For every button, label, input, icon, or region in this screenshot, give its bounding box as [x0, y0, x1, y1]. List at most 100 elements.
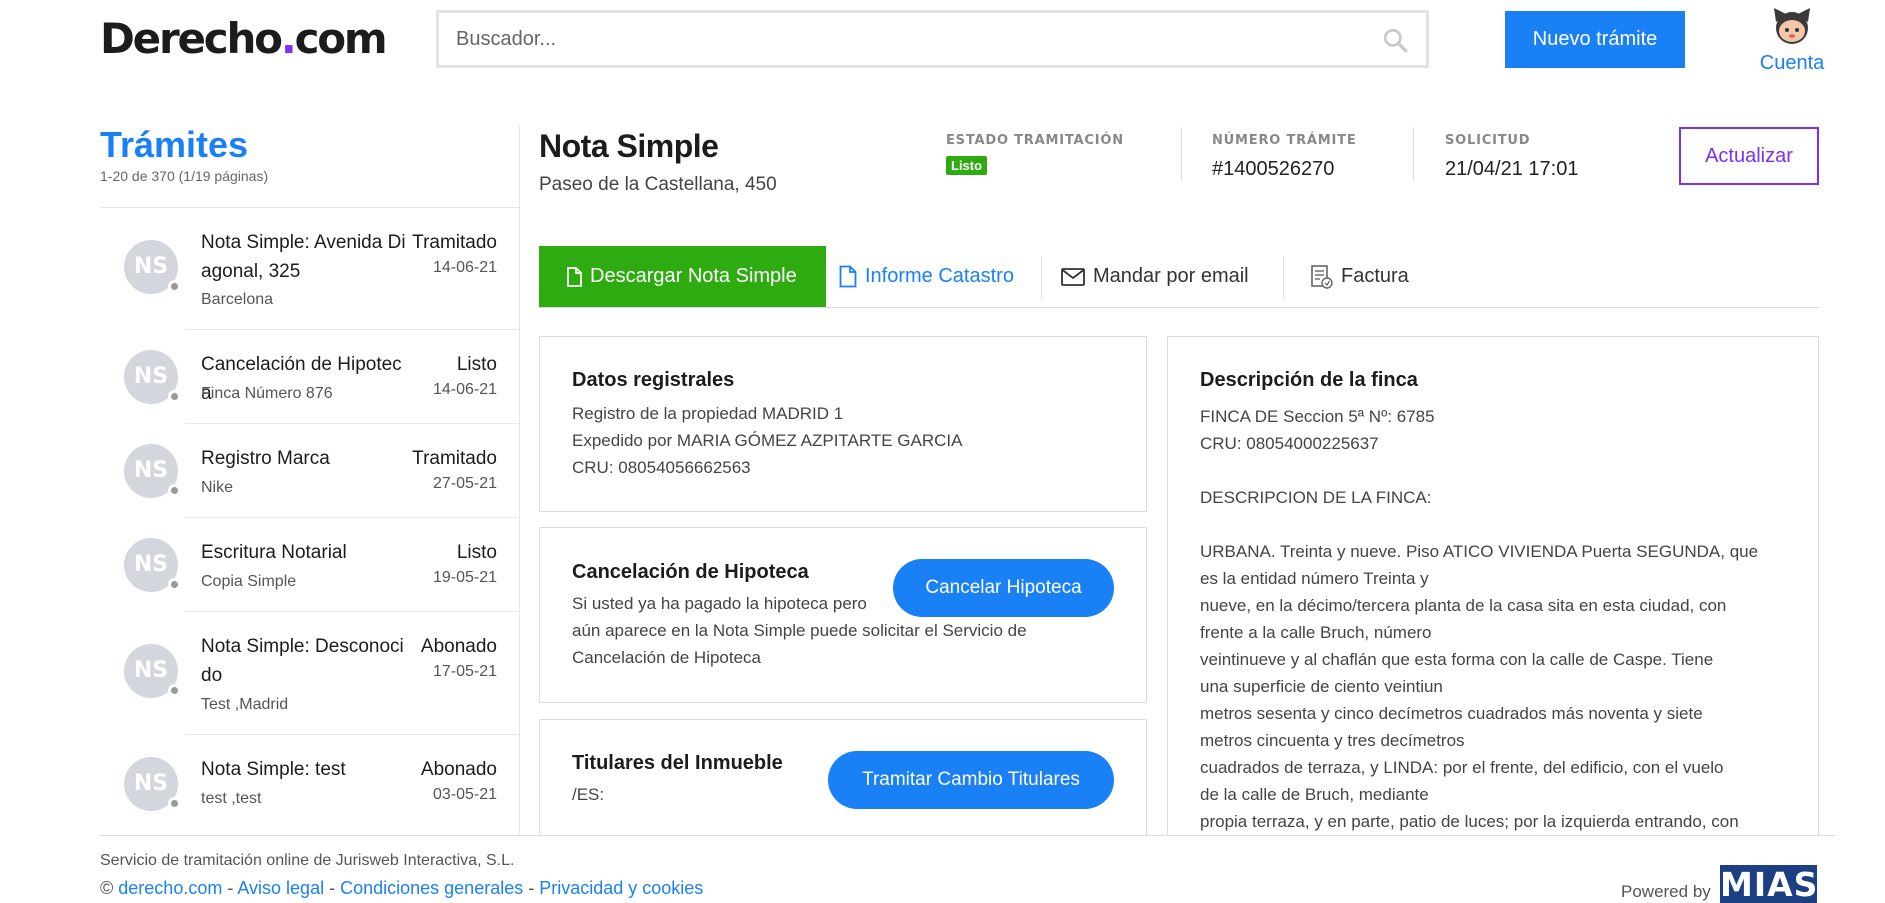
descripcion-line: es la entidad número Treinta y	[1200, 569, 1429, 588]
tab-catastro-label: Informe Catastro	[865, 265, 1014, 287]
list-item[interactable]: NS Registro Marca Nike Tramitado 27-05-2…	[100, 424, 519, 518]
item-subtitle: Test ,Madrid	[201, 696, 289, 713]
descripcion-line: cuadrados de terraza, y LINDA: por el fr…	[1200, 758, 1724, 777]
status-dot-icon	[168, 280, 181, 293]
avatar: NS	[124, 644, 181, 698]
logo[interactable]: Derecho.com	[100, 14, 388, 63]
avatar: NS	[124, 240, 181, 294]
descripcion-line: metros sesenta y cinco decímetros cuadra…	[1200, 704, 1703, 723]
tab-download[interactable]: Descargar Nota Simple	[539, 246, 826, 307]
change-owners-button[interactable]: Tramitar Cambio Titulares	[828, 751, 1114, 809]
descripcion-line: veintinueve y al chaflán que esta forma …	[1200, 650, 1714, 669]
hipoteca-title: Cancelación de Hipoteca	[572, 561, 809, 583]
descripcion-line	[1200, 511, 1768, 538]
list-item[interactable]: NS Nota Simple: Avenida Diagonal, 325 Ba…	[100, 208, 519, 330]
link-privacy[interactable]: Privacidad y cookies	[539, 878, 703, 898]
item-title: Escritura Notarial	[201, 542, 347, 563]
update-button[interactable]: Actualizar	[1679, 127, 1819, 185]
status-badge: Listo	[946, 156, 988, 175]
item-date: 14-06-21	[432, 381, 497, 398]
envelope-icon	[1061, 267, 1085, 286]
tab-email-label: Mandar por email	[1093, 265, 1249, 287]
descripcion-line: nueve, en la décimo/tercera planta de la…	[1200, 596, 1727, 615]
item-date: 27-05-21	[432, 475, 497, 492]
sidebar-pagination: 1-20 de 370 (1/19 páginas)	[100, 168, 269, 184]
item-date: 17-05-21	[432, 663, 497, 680]
list-item[interactable]: NS Nota Simple: Desconocido Test ,Madrid…	[100, 612, 519, 735]
hipoteca-line: Cancelación de Hipoteca	[572, 648, 762, 667]
search-input[interactable]	[439, 13, 1339, 65]
list-item[interactable]: NS Escritura Notarial Copia Simple Listo…	[100, 518, 519, 612]
page-title: Nota Simple	[539, 128, 719, 164]
link-legal[interactable]: Aviso legal	[237, 878, 324, 898]
solicitud-label: SOLICITUD	[1445, 133, 1531, 148]
status-dot-icon	[168, 484, 181, 497]
numero-label: NÚMERO TRÁMITE	[1212, 133, 1357, 148]
divider	[519, 125, 520, 835]
document-icon	[567, 266, 582, 287]
descripcion-line: URBANA. Treinta y nueve. Piso ATICO VIVI…	[1200, 542, 1759, 561]
status-badge: Abonado	[420, 759, 497, 780]
status-dot-icon	[168, 578, 181, 591]
status-badge: Abonado	[420, 636, 497, 657]
descripcion-line: propia terraza, y en parte, patio de luc…	[1200, 812, 1739, 831]
tab-invoice[interactable]: Factura	[1311, 246, 1409, 307]
descripcion-line: una superficie de ciento veintiun	[1200, 677, 1443, 696]
numero-block: NÚMERO TRÁMITE #1400526270	[1212, 133, 1357, 181]
cancel-mortgage-button[interactable]: Cancelar Hipoteca	[893, 559, 1114, 617]
titulares-card: Titulares del Inmueble /ES: Tramitar Cam…	[539, 719, 1147, 849]
status-badge: Tramitado	[412, 232, 497, 253]
tab-catastro[interactable]: Informe Catastro	[839, 246, 1014, 307]
list-item[interactable]: NS Nota Simple: test test ,test Abonado …	[100, 735, 519, 835]
copyright-symbol: ©	[100, 878, 114, 898]
descripcion-line: DESCRIPCION DE LA FINCA:	[1200, 488, 1432, 507]
search-box	[436, 10, 1429, 68]
status-badge: Listo	[456, 354, 497, 375]
item-subtitle: Nike	[201, 479, 234, 496]
document-icon	[839, 265, 857, 288]
item-title: Nota Simple: test	[201, 759, 346, 780]
divider	[1283, 256, 1284, 300]
estado-block: ESTADO TRAMITACIÓN Listo	[946, 133, 1124, 175]
hipoteca-line: Si usted ya ha pagado la hipoteca pero	[572, 594, 867, 613]
descripcion-line: metros cincuenta y tres decímetros	[1200, 731, 1465, 750]
registral-line: Registro de la propiedad MADRID 1	[572, 404, 844, 423]
item-subtitle: Finca Número 876	[201, 385, 333, 402]
status-dot-icon	[168, 390, 181, 403]
divider	[1181, 127, 1182, 181]
mias-logo[interactable]: MIAS	[1720, 865, 1817, 903]
registral-title: Datos registrales	[572, 369, 735, 391]
powered-by: Powered by	[1621, 882, 1711, 901]
search-icon[interactable]	[1382, 27, 1408, 53]
tab-invoice-label: Factura	[1341, 265, 1409, 287]
item-title: Nota Simple: Desconocido	[201, 636, 404, 686]
registral-card: Datos registrales Registro de la propied…	[539, 336, 1147, 512]
account-label: Cuenta	[1759, 52, 1825, 74]
descripcion-card: Descripción de la finca FINCA DE Seccion…	[1167, 336, 1819, 856]
link-site[interactable]: derecho.com	[118, 878, 222, 898]
descripcion-line: frente a la calle Bruch, número	[1200, 623, 1432, 642]
list-item[interactable]: NS Cancelación de Hipoteca Finca Número …	[100, 330, 519, 424]
registral-line: Expedido por MARIA GÓMEZ AZPITARTE GARCI…	[572, 431, 963, 450]
logo-main: Derecho	[100, 14, 283, 63]
tab-email[interactable]: Mandar por email	[1061, 246, 1249, 307]
tramites-list: NS Nota Simple: Avenida Diagonal, 325 Ba…	[100, 208, 519, 835]
logo-dot: .	[280, 14, 297, 63]
descripcion-line	[1200, 457, 1768, 484]
avatar: NS	[124, 350, 181, 404]
status-dot-icon	[168, 797, 181, 810]
link-terms[interactable]: Condiciones generales	[340, 878, 523, 898]
action-tabs: Descargar Nota Simple Informe Catastro M…	[539, 246, 1819, 308]
avatar: NS	[124, 444, 181, 498]
divider	[1041, 256, 1042, 300]
account-menu[interactable]: Cuenta	[1752, 4, 1832, 75]
new-tramite-button[interactable]: Nuevo trámite	[1505, 11, 1685, 68]
solicitud-value: 21/04/21 17:01	[1445, 158, 1579, 180]
solicitud-block: SOLICITUD 21/04/21 17:01	[1445, 133, 1578, 181]
property-address: Paseo de la Castellana, 450	[539, 174, 777, 195]
sidebar-title: Trámites	[100, 124, 249, 165]
registral-line: CRU: 08054056662563	[572, 458, 751, 477]
tab-download-label: Descargar Nota Simple	[590, 265, 797, 287]
avatar: NS	[124, 538, 181, 592]
item-date: 03-05-21	[432, 786, 497, 803]
